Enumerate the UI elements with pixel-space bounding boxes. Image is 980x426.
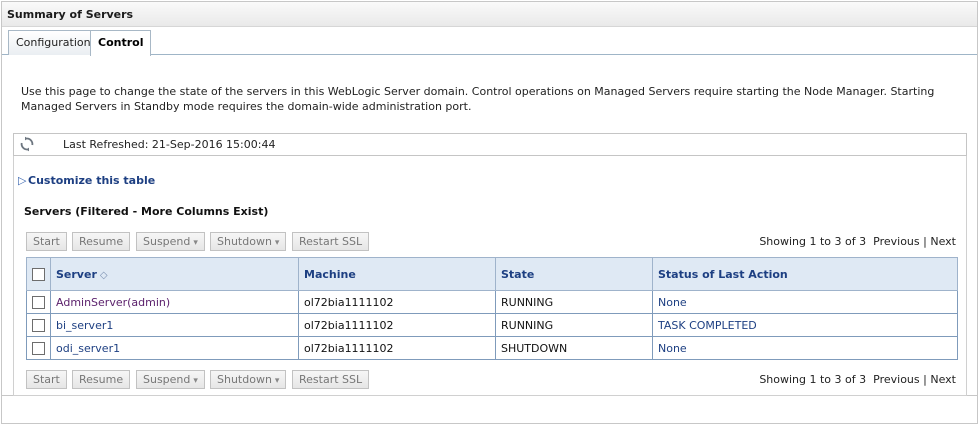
row-select-cell <box>26 336 51 360</box>
resume-button[interactable]: Resume <box>72 232 131 251</box>
page-title: Summary of Servers <box>2 2 977 27</box>
row-select-cell <box>26 313 51 337</box>
table-row: bi_server1 ol72bia1111102 RUNNING TASK C… <box>26 313 958 337</box>
pagination-top: Showing 1 to 3 of 3 Previous | Next <box>759 235 956 248</box>
tab-bar: Configuration Control <box>2 27 977 56</box>
machine-cell: ol72bia1111102 <box>298 336 496 360</box>
tab-control[interactable]: Control <box>90 30 152 56</box>
state-cell: SHUTDOWN <box>495 336 653 360</box>
expand-icon: ▷ <box>18 174 27 187</box>
servers-table: Server ◇ Machine State Status of Last Act… <box>26 257 958 360</box>
column-header-state[interactable]: State <box>495 257 653 291</box>
table-toolbar-top: Start Resume Suspend ▾ Shutdown ▾ Restart … <box>26 232 956 252</box>
server-cell: odi_server1 <box>50 336 299 360</box>
status-cell: None <box>652 336 958 360</box>
paging-separator: | <box>923 373 927 386</box>
next-link[interactable]: Next <box>930 373 956 386</box>
server-cell: bi_server1 <box>50 313 299 337</box>
next-link[interactable]: Next <box>930 235 956 248</box>
state-cell: RUNNING <box>495 313 653 337</box>
machine-cell: ol72bia1111102 <box>298 290 496 314</box>
paging-showing: Showing 1 to 3 of 3 <box>759 373 867 386</box>
status-cell: None <box>652 290 958 314</box>
table-row: odi_server1 ol72bia1111102 SHUTDOWN None <box>26 336 958 360</box>
server-link[interactable]: bi_server1 <box>56 319 113 332</box>
status-link[interactable]: TASK COMPLETED <box>658 319 757 332</box>
state-cell: RUNNING <box>495 290 653 314</box>
pagination-bottom: Showing 1 to 3 of 3 Previous | Next <box>759 373 956 386</box>
server-link[interactable]: AdminServer(admin) <box>56 296 170 309</box>
restart-ssl-button[interactable]: Restart SSL <box>292 370 370 389</box>
server-cell: AdminServer(admin) <box>50 290 299 314</box>
refresh-bar: Last Refreshed: 21-Sep-2016 15:00:44 <box>13 133 967 156</box>
suspend-button[interactable]: Suspend ▾ <box>136 370 205 389</box>
restart-ssl-button[interactable]: Restart SSL <box>292 232 370 251</box>
server-link[interactable]: odi_server1 <box>56 342 120 355</box>
start-button[interactable]: Start <box>26 232 67 251</box>
page-description: Use this page to change the state of the… <box>21 85 935 113</box>
sort-ascending-icon[interactable]: ◇ <box>100 270 108 281</box>
previous-link[interactable]: Previous <box>873 235 920 248</box>
chevron-down-icon: ▾ <box>193 238 198 248</box>
row-checkbox[interactable] <box>32 295 45 309</box>
status-link[interactable]: None <box>658 296 687 309</box>
shutdown-button[interactable]: Shutdown ▾ <box>210 232 287 251</box>
shutdown-button[interactable]: Shutdown ▾ <box>210 370 287 389</box>
select-all-checkbox[interactable] <box>32 267 45 281</box>
table-title: Servers (Filtered - More Columns Exist) <box>24 205 269 218</box>
column-header-status[interactable]: Status of Last Action <box>652 257 958 291</box>
paging-separator: | <box>923 235 927 248</box>
start-button[interactable]: Start <box>26 370 67 389</box>
select-all-cell <box>26 257 51 291</box>
servers-summary-panel: Summary of Servers Configuration Control… <box>1 1 978 424</box>
customize-table-link[interactable]: ▷ Customize this table <box>18 174 155 187</box>
customize-table-label: Customize this table <box>28 174 156 187</box>
refresh-icon[interactable] <box>19 136 35 152</box>
table-header-row: Server ◇ Machine State Status of Last Act… <box>26 257 958 291</box>
table-toolbar-bottom: Start Resume Suspend ▾ Shutdown ▾ Restart … <box>26 370 956 390</box>
chevron-down-icon: ▾ <box>274 376 280 386</box>
row-checkbox[interactable] <box>32 318 45 332</box>
chevron-down-icon: ▾ <box>193 376 198 386</box>
status-link[interactable]: None <box>658 342 687 355</box>
last-refreshed-text: Last Refreshed: 21-Sep-2016 15:00:44 <box>63 138 276 151</box>
paging-showing: Showing 1 to 3 of 3 <box>759 235 867 248</box>
row-checkbox[interactable] <box>32 341 45 355</box>
row-select-cell <box>26 290 51 314</box>
status-cell: TASK COMPLETED <box>652 313 958 337</box>
suspend-button[interactable]: Suspend ▾ <box>136 232 205 251</box>
table-row: AdminServer(admin) ol72bia1111102 RUNNIN… <box>26 290 958 314</box>
machine-cell: ol72bia1111102 <box>298 313 496 337</box>
column-header-server[interactable]: Server ◇ <box>50 257 299 291</box>
column-header-machine[interactable]: Machine <box>298 257 496 291</box>
resume-button[interactable]: Resume <box>72 370 131 389</box>
servers-table-panel: ▷ Customize this table Servers (Filtered … <box>13 156 967 396</box>
previous-link[interactable]: Previous <box>873 373 920 386</box>
control-content: Use this page to change the state of the… <box>2 56 977 396</box>
chevron-down-icon: ▾ <box>274 238 280 248</box>
tab-configuration[interactable]: Configuration <box>8 30 99 55</box>
